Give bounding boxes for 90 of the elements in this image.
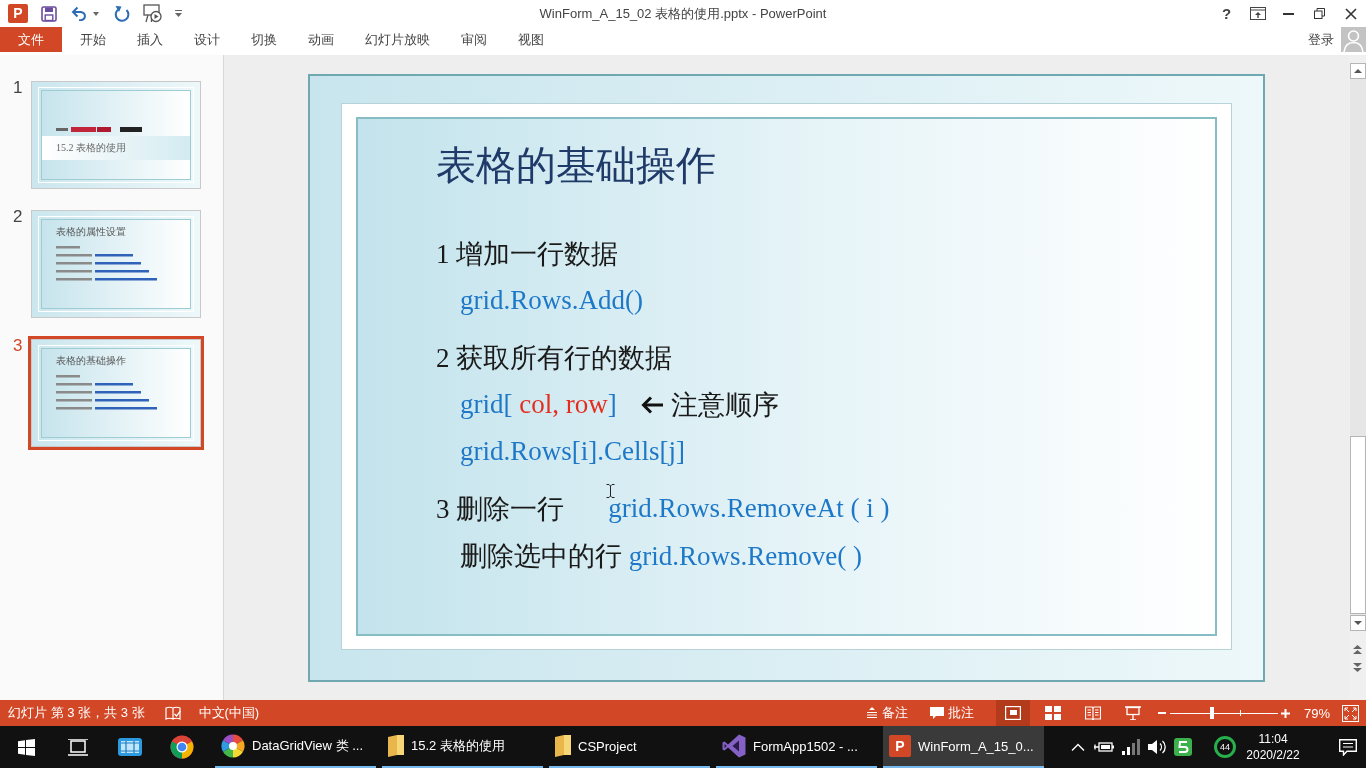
film-strip-icon bbox=[118, 736, 142, 758]
segmented-circle-icon bbox=[170, 735, 194, 759]
thumbnail-title: 表格的属性设置 bbox=[56, 226, 126, 238]
speech-bubble-icon bbox=[929, 707, 944, 719]
clock-time[interactable]: 11:04 bbox=[1258, 731, 1288, 747]
ribbon-tab[interactable]: 审阅 bbox=[445, 27, 502, 52]
step-heading: 1 增加一行数据 bbox=[436, 237, 619, 271]
clock-date[interactable]: 2020/2/22 bbox=[1246, 747, 1300, 763]
fit-window-icon bbox=[1341, 704, 1359, 722]
circular-arrow-icon bbox=[113, 5, 130, 22]
ribbon-tab[interactable]: 幻灯片放映 bbox=[349, 27, 445, 52]
square-app-icon bbox=[1174, 738, 1192, 756]
step-detail: grid[ col, row] bbox=[460, 389, 617, 420]
ribbon-tab[interactable]: 视图 bbox=[502, 27, 559, 52]
slide-count-text: 幻灯片 第 3 张，共 3 张 bbox=[7, 704, 145, 722]
step-detail: grid.Rows.Add() bbox=[460, 285, 643, 316]
slide-thumbnail[interactable]: 15.2 表格的使用 bbox=[28, 78, 204, 192]
notes-lines-icon bbox=[865, 707, 878, 719]
chevron-up-icon bbox=[1071, 743, 1085, 751]
thumbnail-title: 表格的基础操作 bbox=[56, 355, 126, 367]
step-detail: 删除选中的行 grid.Rows.Remove( ) bbox=[460, 539, 862, 573]
zoom-percent-button[interactable]: 79% bbox=[1303, 705, 1330, 721]
ribbon-tab[interactable]: 切换 bbox=[235, 27, 292, 52]
sign-in-link[interactable]: 登录 bbox=[1308, 30, 1334, 49]
up-triangle-icon bbox=[1353, 69, 1362, 73]
double-up-icon bbox=[1353, 644, 1362, 654]
close-icon bbox=[1344, 7, 1357, 20]
slide-number: 1 bbox=[12, 78, 24, 99]
step-heading: 2 获取所有行的数据 bbox=[436, 341, 673, 375]
minimize-icon bbox=[1283, 12, 1294, 15]
taskbar-button[interactable]: DataGridView 类 ... bbox=[215, 726, 376, 768]
undo-arrow-icon bbox=[70, 6, 88, 21]
notes-button[interactable]: 备注 bbox=[859, 700, 914, 726]
open-book-icon bbox=[1084, 706, 1101, 720]
four-panes-icon bbox=[17, 738, 35, 756]
minus-icon bbox=[1157, 712, 1166, 714]
scrollbar-thumb[interactable] bbox=[1349, 436, 1366, 614]
file-tab[interactable]: 文件 bbox=[0, 27, 62, 52]
battery-plug-icon bbox=[1094, 741, 1114, 753]
thumbnail-subtitle: 15.2 表格的使用 bbox=[56, 142, 126, 154]
view-button[interactable] bbox=[995, 700, 1030, 726]
ribbon-tab[interactable]: 设计 bbox=[178, 27, 235, 52]
window-title: WinForm_A_15_02 表格的使用.pptx - PowerPoint bbox=[539, 4, 827, 23]
notification-icon bbox=[1339, 738, 1357, 756]
dropdown-caret-icon bbox=[174, 10, 182, 17]
projection-screen-icon bbox=[1124, 706, 1141, 720]
app-logo: P bbox=[889, 735, 911, 757]
folder-icon bbox=[555, 735, 571, 757]
caret-icon bbox=[93, 11, 99, 16]
app-logo: P bbox=[8, 4, 28, 23]
taskbar-button[interactable]: FormApp1502 - ... bbox=[716, 726, 877, 768]
code-text: grid.Rows.RemoveAt ( i ) bbox=[608, 493, 890, 524]
scroll-up-button[interactable] bbox=[1349, 63, 1366, 79]
taskbar-button[interactable]: P WinForm_A_15_0... bbox=[883, 726, 1044, 768]
ribbon-display-icon bbox=[1249, 7, 1266, 20]
slide-thumbnail[interactable]: 表格的基础操作 bbox=[28, 336, 204, 450]
text-cursor-icon bbox=[606, 484, 615, 498]
tray-ring-indicator[interactable]: 44 bbox=[1214, 736, 1236, 758]
down-triangle-icon bbox=[1353, 621, 1362, 625]
step-heading: 3 删除一行 bbox=[436, 492, 565, 526]
speaker-icon bbox=[1148, 739, 1166, 755]
plus-icon bbox=[1281, 708, 1291, 718]
task-view-icon bbox=[68, 738, 88, 756]
normal-view-icon bbox=[1004, 706, 1021, 720]
slide-title: 表格的基础操作 bbox=[436, 142, 716, 190]
ribbon-tab[interactable]: 开始 bbox=[64, 27, 121, 52]
help-button[interactable]: ? bbox=[1211, 0, 1242, 27]
slide-number: 3 bbox=[12, 336, 24, 357]
folder-icon bbox=[388, 735, 404, 757]
note-text: 注意顺序 bbox=[670, 388, 779, 422]
restore-icon bbox=[1314, 8, 1325, 19]
ribbon-loop-icon bbox=[722, 734, 746, 758]
scroll-down-button[interactable] bbox=[1349, 615, 1366, 631]
book-check-icon bbox=[164, 706, 181, 720]
zoom-slider-thumb[interactable] bbox=[1210, 707, 1215, 719]
ribbon-tab[interactable]: 插入 bbox=[121, 27, 178, 52]
pinwheel-icon bbox=[221, 734, 245, 758]
comments-button[interactable]: 批注 bbox=[923, 700, 980, 726]
taskbar-button[interactable]: 15.2 表格的使用 bbox=[382, 726, 543, 768]
taskbar-button[interactable]: CSProject bbox=[549, 726, 710, 768]
projector-screen-icon bbox=[143, 4, 162, 23]
network-bars-icon bbox=[1122, 739, 1140, 755]
language-button[interactable]: 中文(中国) bbox=[198, 704, 260, 722]
left-arrow-icon bbox=[640, 395, 663, 414]
ribbon-tab[interactable]: 动画 bbox=[292, 27, 349, 52]
step-detail: grid.Rows[i].Cells[j] bbox=[460, 436, 685, 467]
double-down-icon bbox=[1353, 662, 1362, 672]
slide-number: 2 bbox=[12, 207, 24, 228]
grid-view-icon bbox=[1044, 706, 1061, 720]
slide-thumbnail[interactable]: 表格的属性设置 bbox=[28, 207, 204, 321]
